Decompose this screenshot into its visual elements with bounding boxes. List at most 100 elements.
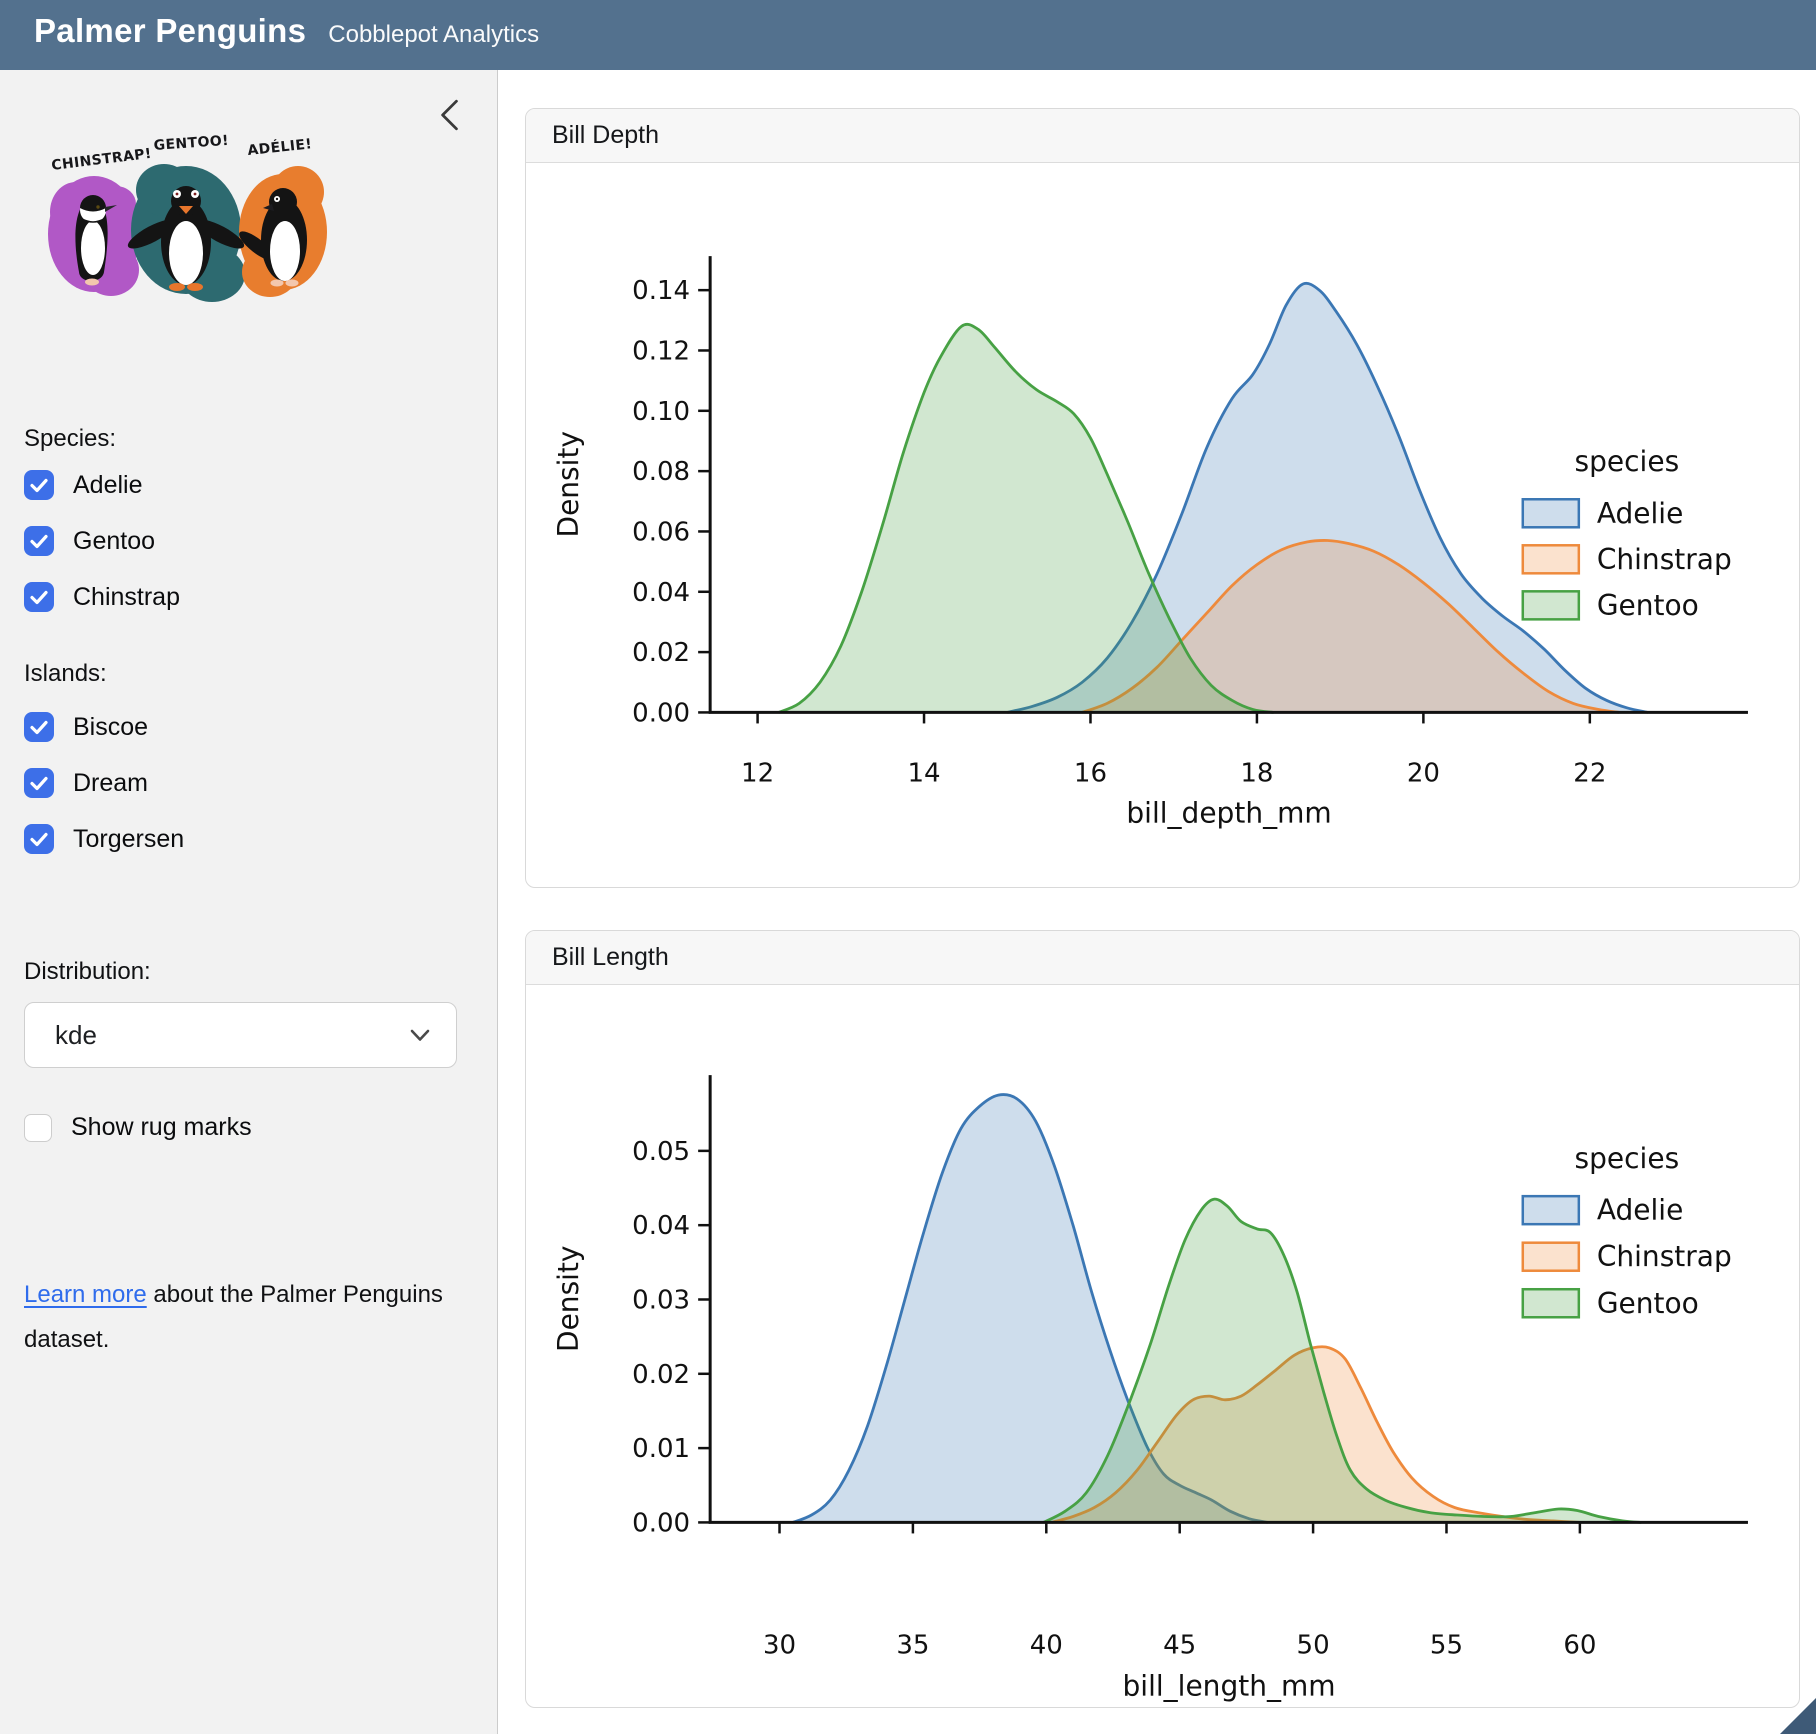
y-tick-label: 0.02	[632, 638, 690, 668]
legend-swatch-gentoo	[1523, 591, 1579, 619]
bill-depth-plot: 1214161820220.000.020.040.060.080.100.12…	[532, 165, 1793, 866]
y-tick-label: 0.04	[632, 578, 690, 608]
x-tick-label: 35	[896, 1631, 929, 1661]
legend-label: Gentoo	[1597, 589, 1699, 622]
y-tick-label: 0.02	[632, 1360, 690, 1390]
learn-more-link[interactable]: Learn more	[24, 1281, 147, 1308]
y-tick-label: 0.06	[632, 517, 690, 547]
checkbox-checked[interactable]	[24, 582, 54, 612]
x-tick-label: 60	[1563, 1631, 1596, 1661]
x-tick-label: 30	[763, 1631, 796, 1661]
y-tick-label: 0.12	[632, 336, 690, 366]
checkbox-label: Adelie	[73, 471, 143, 500]
y-tick-label: 0.08	[632, 457, 690, 487]
main-content: Bill Depth 1214161820220.000.020.040.060…	[498, 70, 1816, 1734]
card-title: Bill Length	[552, 943, 669, 972]
legend-swatch-gentoo	[1523, 1289, 1579, 1317]
check-icon	[30, 832, 48, 847]
y-tick-label: 0.14	[632, 276, 690, 306]
legend-swatch-chinstrap	[1523, 1243, 1579, 1271]
checkbox-label: Torgersen	[73, 825, 184, 854]
island-option-torgersen[interactable]: Torgersen	[24, 824, 184, 854]
check-icon	[30, 478, 48, 493]
gentoo-art-label: GENTOO!	[153, 133, 229, 154]
bill-length-card-body: 30 35 40 45 50 55 60 0.00 0.01 0.02 0.03 0.04 0.05 bi…	[526, 985, 1799, 1706]
species-group-label: Species:	[24, 425, 116, 453]
checkbox-label: Show rug marks	[71, 1113, 252, 1142]
x-tick-label: 50	[1297, 1631, 1330, 1661]
penguins-artwork: CHINSTRAP! GENTOO! ADÉLIE!	[36, 122, 336, 322]
y-tick-label: 0.05	[632, 1137, 690, 1167]
x-tick-label: 12	[741, 758, 774, 788]
x-tick-label: 45	[1163, 1631, 1196, 1661]
x-tick-label: 14	[907, 758, 940, 788]
check-icon	[30, 776, 48, 791]
chevron-left-icon	[436, 98, 462, 132]
check-icon	[30, 534, 48, 549]
y-axis-label: Density	[552, 431, 585, 538]
distribution-group-label: Distribution:	[24, 958, 151, 986]
chinstrap-art-label: CHINSTRAP!	[51, 146, 153, 174]
x-tick-label: 55	[1430, 1631, 1463, 1661]
corner-widget	[1780, 1698, 1816, 1734]
legend-label: Adelie	[1597, 497, 1684, 530]
legend-title: species	[1575, 445, 1680, 478]
legend-label: Chinstrap	[1597, 543, 1732, 576]
x-axis-label: bill_length_mm	[1123, 1670, 1336, 1703]
legend-swatch-adelie	[1523, 1196, 1579, 1224]
bill-length-card-header: Bill Length	[526, 931, 1799, 985]
bill-depth-card-header: Bill Depth	[526, 109, 1799, 163]
show-rug-marks-checkbox[interactable]: Show rug marks	[24, 1113, 252, 1142]
learn-more-text: Learn more about the Palmer Penguins dat…	[24, 1272, 460, 1362]
checkbox-unchecked[interactable]	[24, 1114, 52, 1142]
checkbox-checked[interactable]	[24, 526, 54, 556]
legend-title: species	[1575, 1142, 1680, 1175]
x-tick-label: 22	[1573, 758, 1606, 788]
adelie-art-label: ADÉLIE!	[247, 135, 313, 159]
checkbox-label: Gentoo	[73, 527, 155, 556]
bill-length-card: Bill Length 30 35 40 45 50 55 60 0.00 0.01 0.02 0.…	[525, 930, 1800, 1708]
island-option-biscoe[interactable]: Biscoe	[24, 712, 148, 742]
legend-label: Gentoo	[1597, 1287, 1699, 1320]
x-tick-label: 40	[1030, 1631, 1063, 1661]
x-tick-label: 20	[1407, 758, 1440, 788]
card-title: Bill Depth	[552, 121, 659, 150]
distribution-select[interactable]: kde	[24, 1002, 457, 1068]
distribution-selected-value: kde	[55, 1020, 97, 1051]
island-option-dream[interactable]: Dream	[24, 768, 148, 798]
app-subtitle: Cobblepot Analytics	[328, 21, 539, 49]
checkbox-checked[interactable]	[24, 824, 54, 854]
checkbox-label: Chinstrap	[73, 583, 180, 612]
check-icon	[30, 720, 48, 735]
y-tick-label: 0.00	[632, 1508, 690, 1538]
app-title: Palmer Penguins	[34, 12, 306, 50]
x-axis-label: bill_depth_mm	[1126, 797, 1331, 830]
check-icon	[30, 590, 48, 605]
legend-swatch-chinstrap	[1523, 545, 1579, 573]
sidebar-collapse-button[interactable]	[431, 95, 467, 137]
species-option-adelie[interactable]: Adelie	[24, 470, 143, 500]
y-tick-label: 0.00	[632, 698, 690, 728]
species-option-gentoo[interactable]: Gentoo	[24, 526, 155, 556]
bill-depth-card: Bill Depth 1214161820220.000.020.040.060…	[525, 108, 1800, 888]
bill-length-plot: 30 35 40 45 50 55 60 0.00 0.01 0.02 0.03 0.04 0.05 bi…	[532, 987, 1793, 1706]
checkbox-checked[interactable]	[24, 712, 54, 742]
chevron-down-icon	[410, 1029, 430, 1042]
species-option-chinstrap[interactable]: Chinstrap	[24, 582, 180, 612]
y-tick-label: 0.10	[632, 397, 690, 427]
app-header: Palmer Penguins Cobblepot Analytics	[0, 0, 1816, 70]
y-axis-label: Density	[552, 1245, 585, 1352]
y-tick-label: 0.03	[632, 1285, 690, 1315]
checkbox-label: Dream	[73, 769, 148, 798]
checkbox-checked[interactable]	[24, 768, 54, 798]
y-tick-label: 0.01	[632, 1434, 690, 1464]
y-tick-label: 0.04	[632, 1211, 690, 1241]
legend-label: Chinstrap	[1597, 1240, 1732, 1273]
checkbox-checked[interactable]	[24, 470, 54, 500]
islands-group-label: Islands:	[24, 660, 107, 688]
bill-depth-card-body: 1214161820220.000.020.040.060.080.100.12…	[526, 163, 1799, 866]
checkbox-label: Biscoe	[73, 713, 148, 742]
x-tick-label: 18	[1240, 758, 1273, 788]
legend-label: Adelie	[1597, 1194, 1684, 1227]
legend-swatch-adelie	[1523, 499, 1579, 527]
